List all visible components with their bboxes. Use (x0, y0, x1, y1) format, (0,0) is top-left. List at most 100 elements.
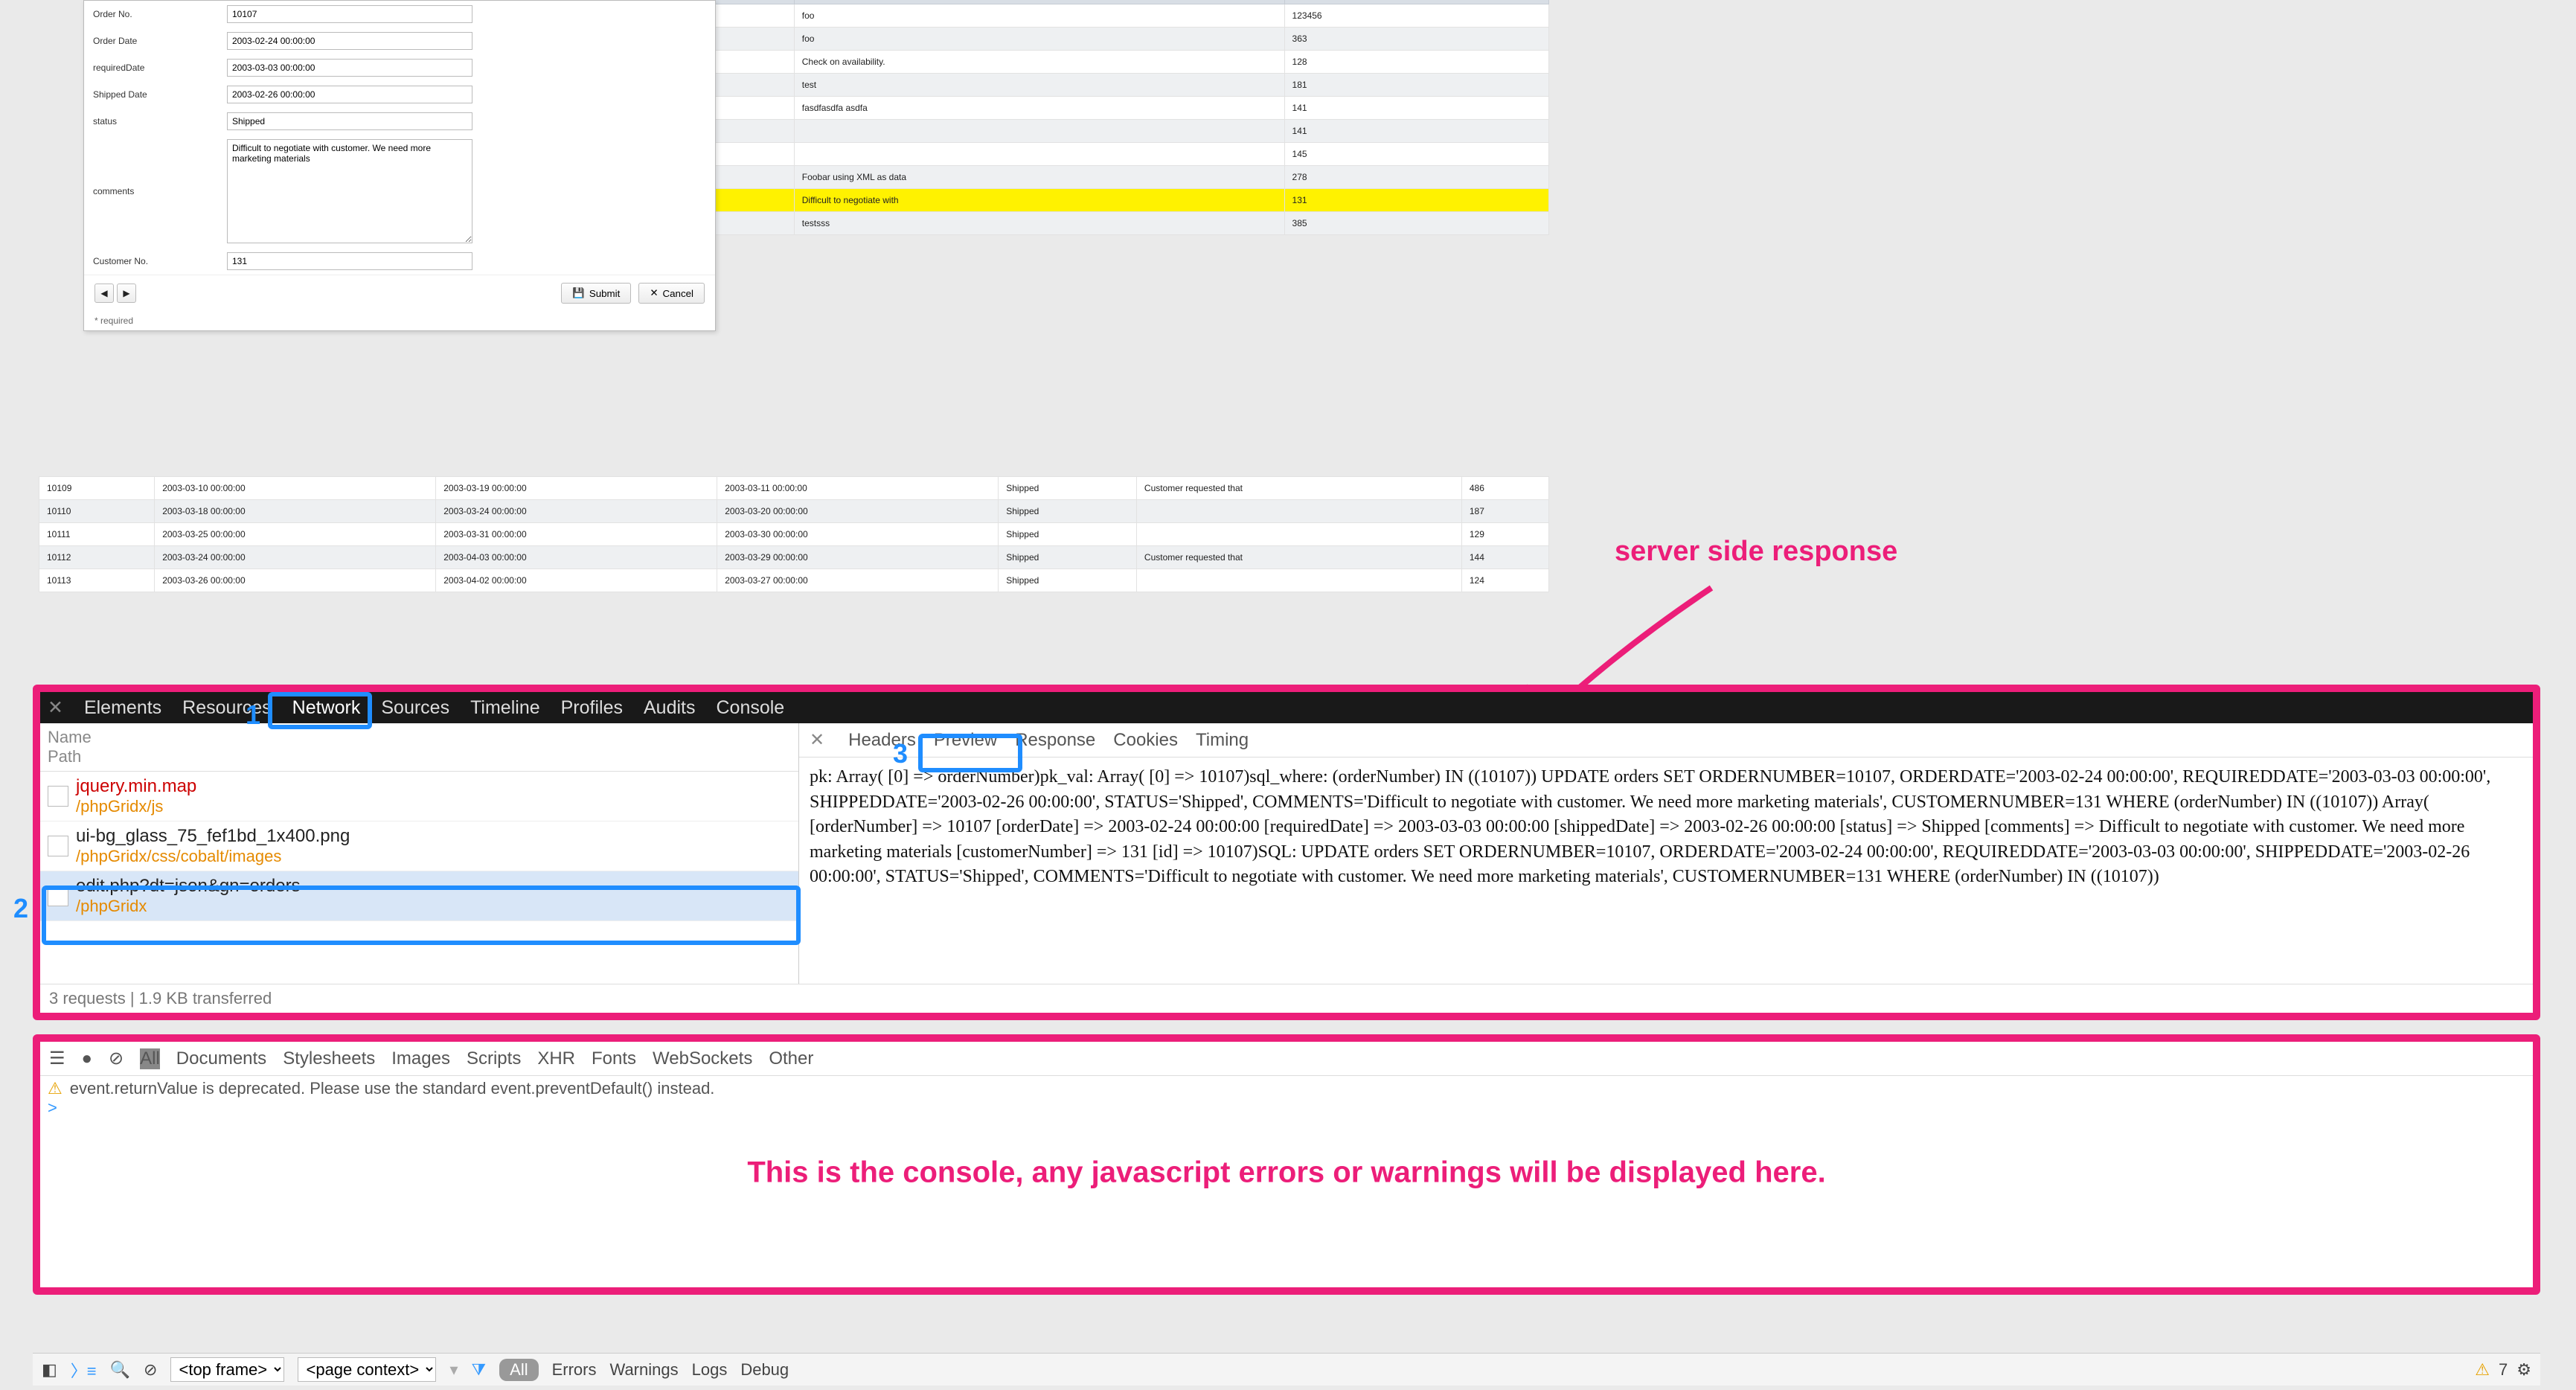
cell: 131 (1284, 189, 1548, 212)
cell: 128 (1284, 51, 1548, 74)
cell: 10111 (39, 523, 155, 546)
tab-network[interactable]: Network (292, 697, 361, 719)
warning-icon: ⚠ (48, 1079, 63, 1098)
detail-tab-timing[interactable]: Timing (1196, 730, 1249, 751)
filter-stylesheets[interactable]: Stylesheets (283, 1048, 375, 1069)
file-icon (48, 885, 68, 906)
orders-table-full[interactable]: 101092003-03-10 00:00:002003-03-19 00:00… (39, 476, 1549, 592)
input-customer[interactable] (227, 252, 472, 270)
filter-fonts[interactable]: Fonts (592, 1048, 636, 1069)
cell: 181 (1284, 74, 1548, 97)
warning-count: 7 (2499, 1360, 2508, 1380)
table-row[interactable]: 101122003-03-24 00:00:002003-04-03 00:00… (39, 546, 1549, 569)
network-request-row[interactable]: edit.php?dt=json&gn=orders/phpGridx (40, 871, 798, 921)
close-icon: ✕ (650, 287, 658, 299)
console-prompt[interactable]: > (48, 1098, 57, 1118)
cell (1136, 523, 1461, 546)
cell: 187 (1461, 500, 1548, 523)
col-path: Path (48, 747, 791, 766)
cell: 363 (1284, 28, 1548, 51)
tab-sources[interactable]: Sources (381, 697, 449, 719)
filter-websockets[interactable]: WebSockets (653, 1048, 752, 1069)
cell: fasdfasdfa asdfa (794, 97, 1284, 120)
input-orderdate[interactable] (227, 32, 472, 50)
tab-profiles[interactable]: Profiles (561, 697, 623, 719)
detail-close-icon[interactable]: ✕ (810, 729, 824, 751)
submit-button[interactable]: 💾Submit (561, 283, 631, 304)
input-status[interactable] (227, 112, 472, 130)
funnel-icon[interactable]: ⧩ (472, 1360, 487, 1380)
cell: 10113 (39, 569, 155, 592)
sf-debug[interactable]: Debug (740, 1360, 789, 1380)
prev-record-button[interactable]: ◀ (94, 284, 114, 303)
warning-badge-icon[interactable]: ⚠ (2475, 1360, 2490, 1380)
dock-icon[interactable]: ◧ (42, 1360, 57, 1380)
settings-icon[interactable]: ⚙ (2516, 1360, 2531, 1380)
cell: 2003-03-25 00:00:00 (155, 523, 436, 546)
filter-images[interactable]: Images (391, 1048, 450, 1069)
tab-audits[interactable]: Audits (644, 697, 695, 719)
cell: 123456 (1284, 4, 1548, 28)
cell: 2003-03-20 00:00:00 (717, 500, 999, 523)
filter-other[interactable]: Other (769, 1048, 813, 1069)
edit-form: Order No. Order Date requiredDate Shippe… (83, 0, 716, 331)
label-orderdate: Order Date (93, 36, 227, 46)
console-warning: event.returnValue is deprecated. Please … (70, 1079, 715, 1098)
label-orderno: Order No. (93, 9, 227, 19)
cell (1136, 500, 1461, 523)
filter-scripts[interactable]: Scripts (467, 1048, 521, 1069)
show-console-icon[interactable]: 〉≡ (71, 1358, 97, 1382)
cell: 10112 (39, 546, 155, 569)
cell: Shipped (999, 569, 1137, 592)
detail-tabs: ✕ Headers Preview Response Cookies Timin… (799, 723, 2533, 758)
detail-tab-cookies[interactable]: Cookies (1113, 730, 1178, 751)
network-request-row[interactable]: jquery.min.map/phpGridx/js (40, 772, 798, 821)
cell: 2003-03-30 00:00:00 (717, 523, 999, 546)
next-record-button[interactable]: ▶ (117, 284, 136, 303)
label-comments: comments (93, 186, 227, 196)
cell: 141 (1284, 120, 1548, 143)
input-comments[interactable]: Difficult to negotiate with customer. We… (227, 139, 472, 243)
cancel-button[interactable]: ✕Cancel (638, 283, 705, 304)
console-record-icon[interactable]: ● (82, 1048, 93, 1069)
cell: 486 (1461, 477, 1548, 500)
tab-timeline[interactable]: Timeline (470, 697, 540, 719)
clear-icon[interactable]: ⊘ (144, 1360, 157, 1380)
cell: 2003-03-18 00:00:00 (155, 500, 436, 523)
table-row[interactable]: 101112003-03-25 00:00:002003-03-31 00:00… (39, 523, 1549, 546)
table-row[interactable]: 101092003-03-10 00:00:002003-03-19 00:00… (39, 477, 1549, 500)
network-request-row[interactable]: ui-bg_glass_75_fef1bd_1x400.png/phpGridx… (40, 821, 798, 871)
table-row[interactable]: 101102003-03-18 00:00:002003-03-24 00:00… (39, 500, 1549, 523)
required-note: * required (84, 311, 715, 330)
network-request-list[interactable]: NamePath jquery.min.map/phpGridx/jsui-bg… (40, 723, 799, 984)
status-bar: ◧ 〉≡ 🔍 ⊘ <top frame> <page context> ▾ ⧩ … (33, 1353, 2540, 1386)
devtools-close-icon[interactable]: ✕ (48, 696, 63, 719)
table-row[interactable]: 101132003-03-26 00:00:002003-04-02 00:00… (39, 569, 1549, 592)
detail-tab-response[interactable]: Response (1015, 730, 1095, 751)
filter-all-chip[interactable]: All (499, 1359, 538, 1381)
sf-logs[interactable]: Logs (692, 1360, 728, 1380)
frame-select[interactable]: <top frame> (170, 1357, 284, 1382)
cell: 10110 (39, 500, 155, 523)
detail-tab-preview[interactable]: Preview (934, 730, 997, 751)
annotation-server-response: server side response (1615, 536, 1897, 568)
input-orderno[interactable] (227, 5, 472, 23)
sf-warnings[interactable]: Warnings (610, 1360, 679, 1380)
filter-xhr[interactable]: XHR (537, 1048, 575, 1069)
tab-elements[interactable]: Elements (84, 697, 161, 719)
search-icon[interactable]: 🔍 (110, 1360, 130, 1380)
console-view-icon[interactable]: ☰ (49, 1048, 65, 1069)
input-required[interactable] (227, 59, 472, 77)
cell (1136, 569, 1461, 592)
console-body[interactable]: ⚠ event.returnValue is deprecated. Please… (40, 1076, 2533, 1269)
console-clear-icon[interactable]: ⊘ (109, 1048, 124, 1069)
sf-errors[interactable]: Errors (552, 1360, 597, 1380)
context-select[interactable]: <page context> (298, 1357, 436, 1382)
input-shipped[interactable] (227, 86, 472, 103)
filter-all[interactable]: All (140, 1048, 160, 1069)
cell: 2003-03-19 00:00:00 (436, 477, 717, 500)
cell: 278 (1284, 166, 1548, 189)
tab-console[interactable]: Console (716, 697, 784, 719)
filter-documents[interactable]: Documents (176, 1048, 266, 1069)
cell: Customer requested that (1136, 546, 1461, 569)
